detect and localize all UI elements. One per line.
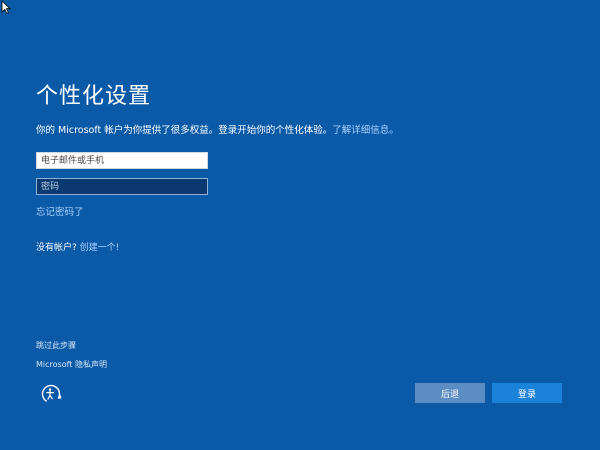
account-description: 你的 Microsoft 帐户为你提供了很多权益。登录开始你的个性化体验。了解详…: [36, 122, 399, 136]
create-account-link[interactable]: 创建一个!: [80, 243, 120, 253]
skip-step-link[interactable]: 跳过此步骤: [36, 340, 76, 351]
pointer-cursor-icon: [1, 0, 11, 14]
description-text: 你的 Microsoft 帐户为你提供了很多权益。登录开始你的个性化体验。: [36, 125, 333, 136]
learn-more-link[interactable]: 了解详细信息。: [332, 125, 399, 136]
forgot-password-link[interactable]: 忘记密码了: [36, 204, 84, 218]
page-title: 个性化设置: [36, 84, 152, 109]
password-field[interactable]: [36, 178, 208, 195]
email-field[interactable]: [36, 152, 208, 169]
no-account-prompt: 没有帐户? 创建一个!: [36, 240, 119, 253]
privacy-statement-link[interactable]: Microsoft 隐私声明: [36, 359, 107, 370]
no-account-text: 没有帐户?: [36, 243, 77, 253]
ease-of-access-icon[interactable]: [40, 383, 62, 405]
sign-in-button[interactable]: 登录: [492, 383, 562, 403]
back-button[interactable]: 后退: [415, 383, 485, 403]
